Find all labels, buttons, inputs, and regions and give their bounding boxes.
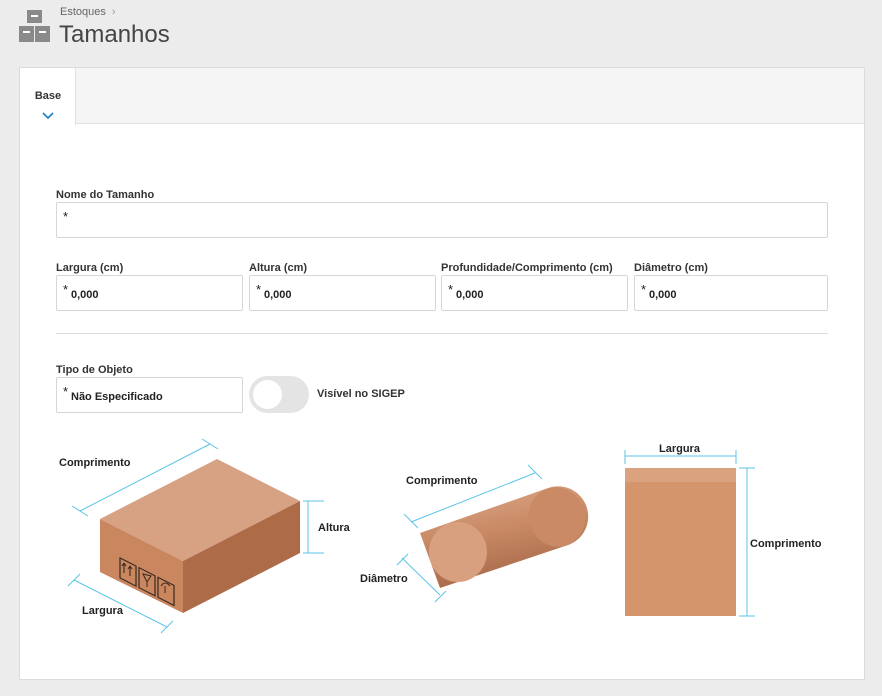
page-header: Estoques › Tamanhos [18, 6, 618, 50]
depth-label: Profundidade/Comprimento (cm) [441, 262, 613, 274]
tab-bar: Base [20, 68, 864, 125]
chevron-right-icon: › [111, 6, 116, 18]
required-mark: * [256, 282, 262, 297]
breadcrumb-parent-link[interactable]: Estoques [60, 6, 106, 18]
object-type-value: Não Especificado [71, 391, 163, 403]
envelope-width-label: Largura [659, 443, 701, 455]
chevron-down-icon [42, 112, 54, 120]
box-illustration: Comprimento Altura Largura [59, 438, 351, 634]
diameter-value: 0,000 [649, 289, 677, 301]
sigep-toggle[interactable] [249, 376, 309, 413]
cylinder-illustration: Comprimento Diâmetro [360, 464, 589, 603]
box-length-label: Comprimento [59, 457, 131, 469]
width-value: 0,000 [71, 289, 99, 301]
object-type-select[interactable]: * Não Especificado [56, 377, 243, 413]
name-label: Nome do Tamanho [56, 189, 155, 201]
object-type-label: Tipo de Objeto [56, 364, 133, 376]
height-label: Altura (cm) [249, 262, 308, 274]
box-height-label: Altura [318, 522, 351, 534]
page-title: Tamanhos [59, 21, 170, 48]
box-width-label: Largura [82, 605, 124, 617]
dimension-illustrations: Comprimento Altura Largura Comprimento D… [59, 438, 822, 634]
diameter-label: Diâmetro (cm) [634, 262, 708, 274]
toggle-knob [253, 380, 282, 409]
sigep-toggle-label: Visível no SIGEP [317, 388, 405, 400]
width-input[interactable]: * 0,000 [56, 275, 243, 311]
tab-base-label: Base [34, 90, 62, 102]
height-input[interactable]: * 0,000 [249, 275, 436, 311]
height-value: 0,000 [264, 289, 292, 301]
cylinder-length-label: Comprimento [406, 475, 478, 487]
diameter-input[interactable]: * 0,000 [634, 275, 828, 311]
name-input[interactable]: * [56, 202, 828, 238]
cylinder-diameter-label: Diâmetro [360, 573, 408, 585]
boxes-icon [19, 10, 50, 42]
envelope-length-label: Comprimento [750, 538, 822, 550]
required-mark: * [63, 209, 69, 224]
required-mark: * [641, 282, 647, 297]
required-mark: * [448, 282, 454, 297]
required-mark: * [63, 384, 69, 399]
breadcrumb: Estoques › [60, 6, 116, 18]
required-mark: * [63, 282, 69, 297]
depth-input[interactable]: * 0,000 [441, 275, 628, 311]
divider [56, 333, 828, 334]
width-label: Largura (cm) [56, 262, 124, 274]
tab-base[interactable]: Base [20, 68, 76, 125]
depth-value: 0,000 [456, 289, 484, 301]
form-panel: Base Nome do Tamanho * Largura (cm) * 0,… [19, 67, 865, 680]
envelope-illustration: Largura Comprimento [624, 443, 822, 617]
